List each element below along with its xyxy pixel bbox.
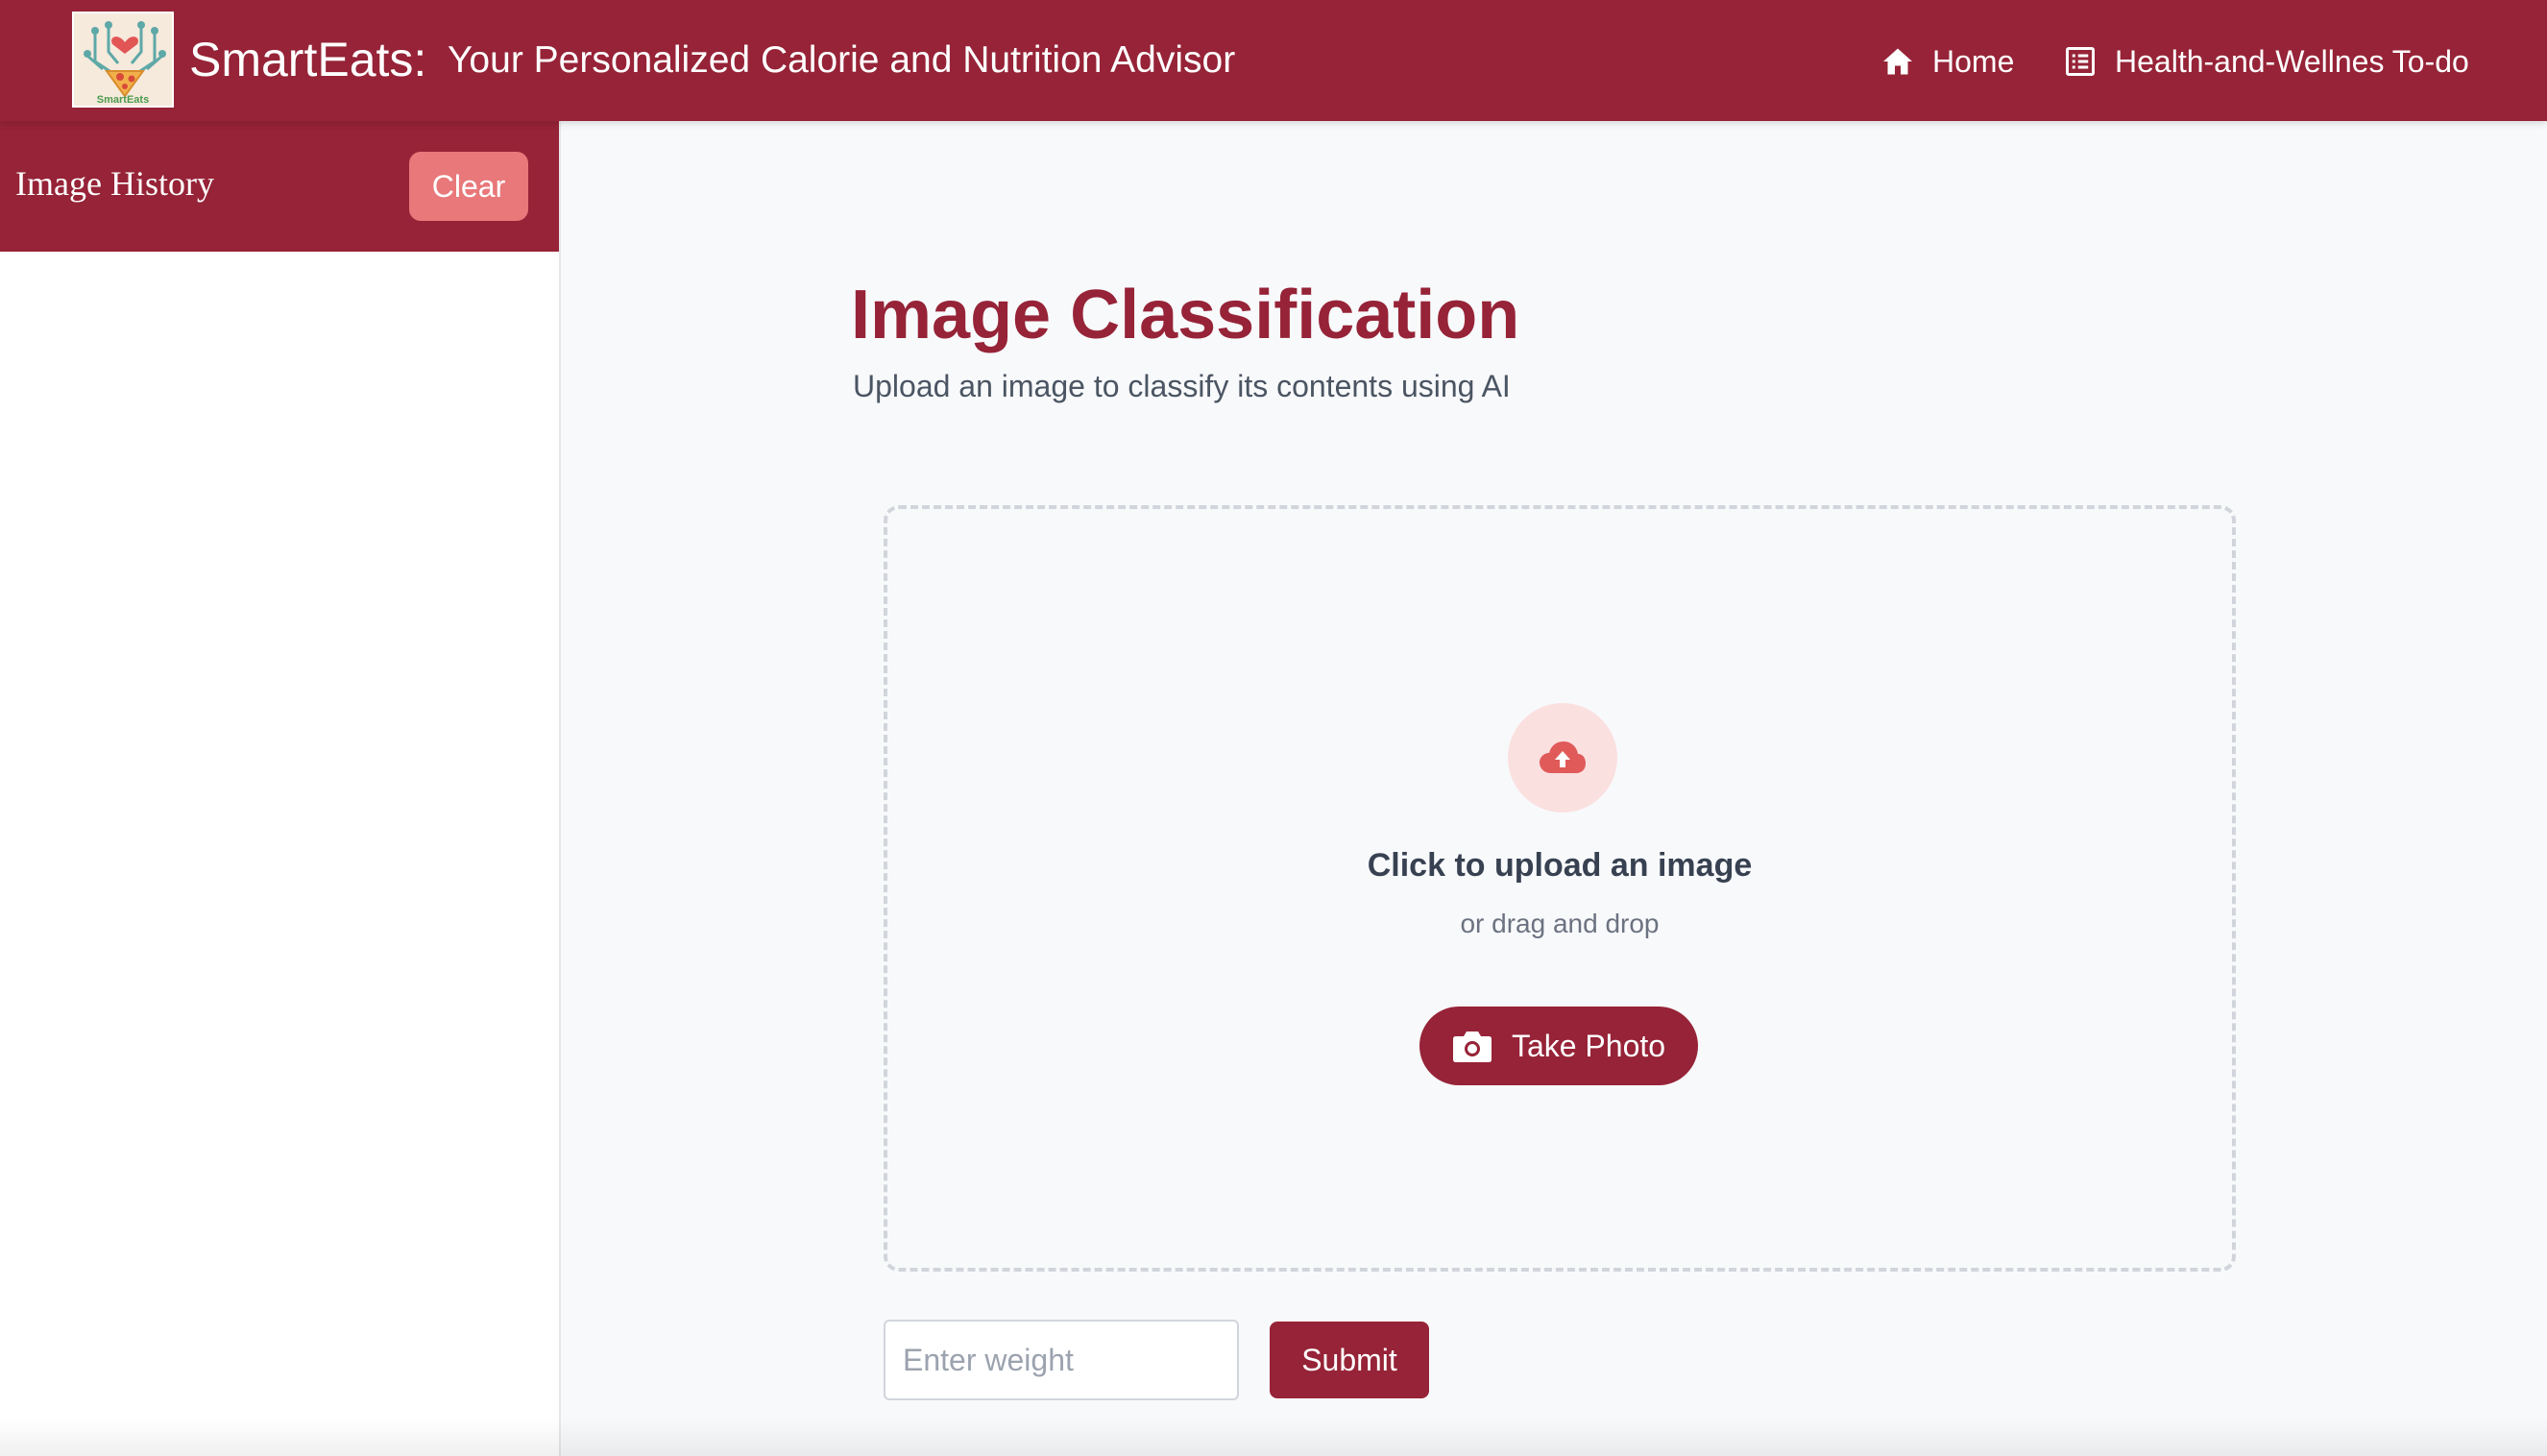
nav-home-link[interactable]: Home: [1880, 36, 2014, 86]
page-title: Image Classification: [851, 277, 1520, 353]
nav-home-label: Home: [1932, 43, 2015, 79]
brand-name: SmartEats:: [189, 33, 427, 86]
page-subtitle: Upload an image to classify its contents…: [853, 369, 1511, 403]
brand-tagline: Your Personalized Calorie and Nutrition …: [448, 39, 1236, 81]
upload-icon-circle: [1508, 703, 1617, 813]
app-logo[interactable]: SmartEats: [72, 12, 174, 108]
image-history-sidebar: Image History Clear: [0, 121, 561, 1456]
drag-drop-hint: or drag and drop: [1460, 909, 1660, 938]
nav-todo-label: Health-and-Wellnes To-do: [2115, 43, 2469, 79]
take-photo-button[interactable]: Take Photo: [1419, 1007, 1698, 1085]
upload-prompt: Click to upload an image: [1367, 847, 1753, 884]
list-icon: [2066, 47, 2095, 76]
take-photo-label: Take Photo: [1511, 1028, 1666, 1063]
nav-todo-link[interactable]: Health-and-Wellnes To-do: [2063, 36, 2469, 86]
clear-history-button[interactable]: Clear: [409, 152, 528, 221]
submit-button[interactable]: Submit: [1270, 1322, 1429, 1398]
sidebar-title: Image History: [15, 164, 214, 203]
cloud-upload-icon: [1540, 741, 1586, 773]
weight-input[interactable]: [884, 1320, 1239, 1400]
home-icon: [1883, 48, 1912, 75]
logo-text: SmartEats: [96, 94, 150, 106]
sidebar-header: Image History Clear: [0, 121, 559, 252]
top-navbar: SmartEats SmartEats: Your Personalized C…: [0, 0, 2547, 121]
main-content: Image Classification Upload an image to …: [561, 121, 2547, 1456]
camera-icon: [1452, 1031, 1492, 1062]
image-upload-dropzone[interactable]: Click to upload an image or drag and dro…: [884, 505, 2236, 1272]
